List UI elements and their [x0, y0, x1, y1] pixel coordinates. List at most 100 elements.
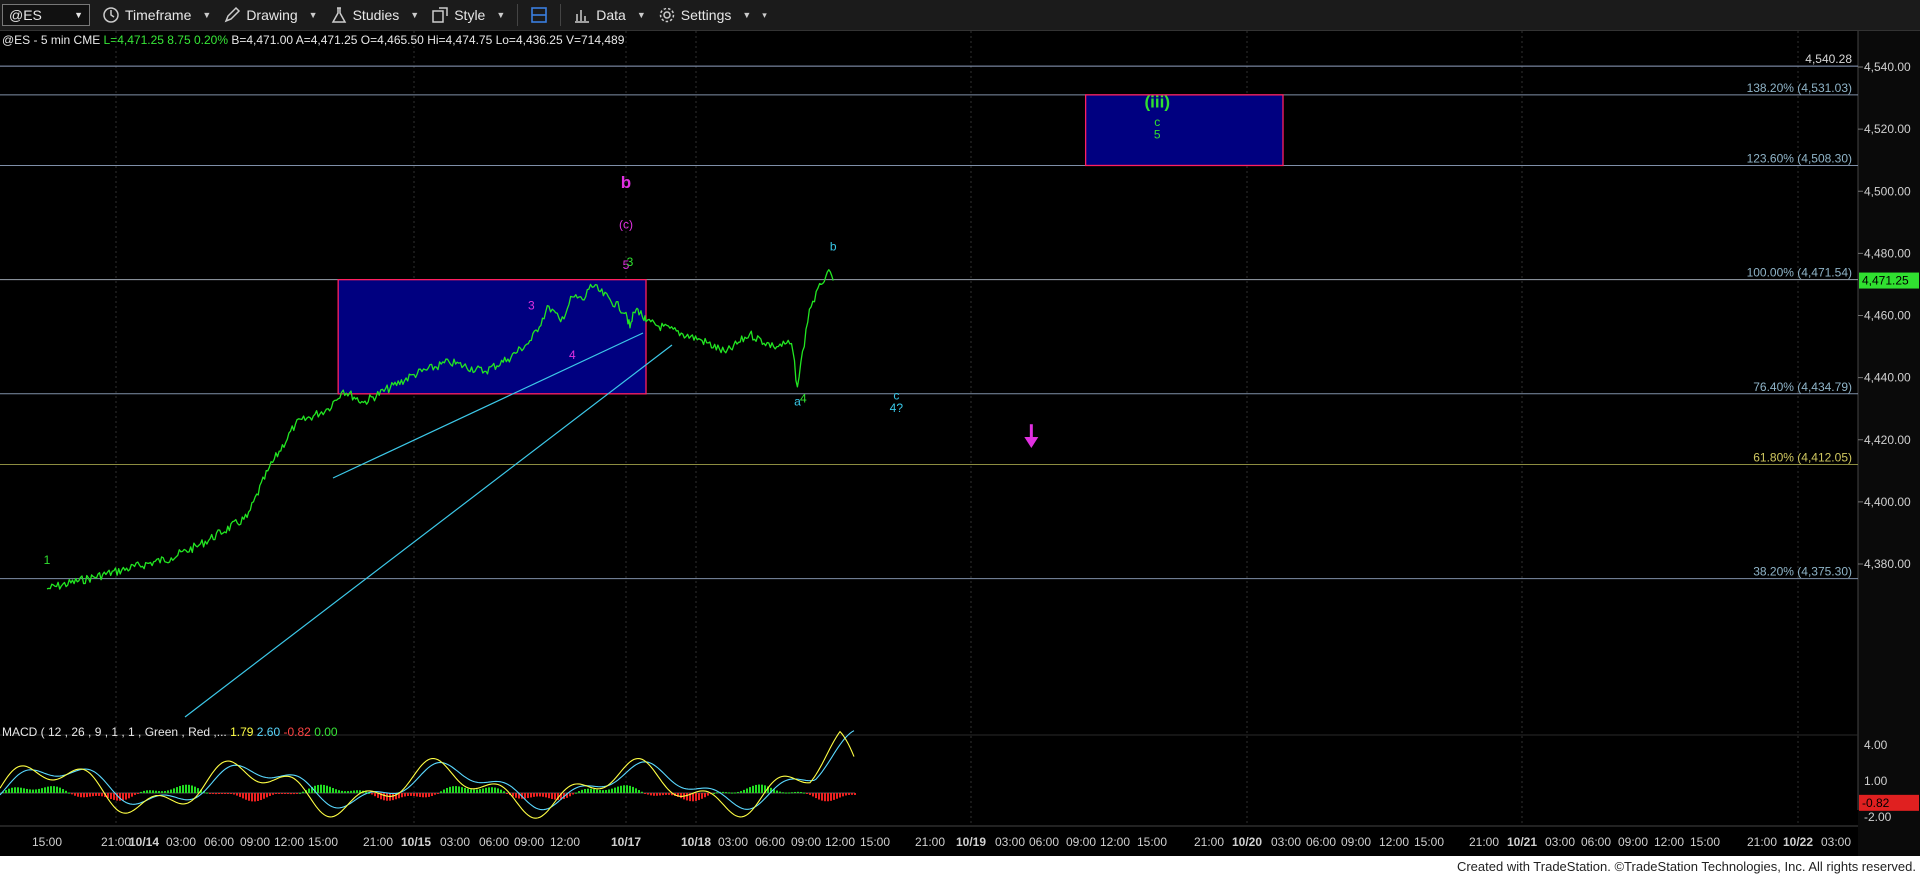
macd-histogram-bar: [263, 793, 265, 799]
timeframe-menu[interactable]: Timeframe ▼: [102, 6, 211, 24]
macd-histogram-bar: [650, 793, 652, 796]
macd-histogram-bar: [194, 786, 196, 793]
macd-histogram-bar: [335, 789, 337, 793]
macd-histogram-bar: [257, 793, 259, 801]
macd-histogram-bar: [503, 791, 505, 793]
more-icon[interactable]: ▾: [762, 10, 767, 21]
time-tick-label: 15:00: [1414, 835, 1444, 849]
macd-histogram-bar: [344, 791, 346, 793]
macd-histogram-bar: [743, 789, 745, 793]
macd-histogram-bar: [725, 792, 727, 794]
macd-histogram-bar: [290, 793, 292, 795]
macd-histogram-bar: [539, 793, 541, 797]
time-tick-label: 21:00: [1469, 835, 1499, 849]
data-menu[interactable]: Data ▼: [573, 6, 646, 24]
macd-histogram-bar: [440, 791, 442, 793]
macd-histogram-bar: [617, 786, 619, 793]
macd-field: 0.00: [311, 725, 338, 739]
time-tick-label: 09:00: [791, 835, 821, 849]
macd-histogram-bar: [581, 789, 583, 793]
macd-histogram-bar: [593, 789, 595, 793]
price-tick-label: 4,520.00: [1864, 122, 1911, 136]
macd-histogram-bar: [110, 793, 112, 800]
macd-header: MACD ( 12 , 26 , 9 , 1 , 1 , Green , Red…: [2, 725, 338, 739]
macd-histogram-bar: [302, 791, 304, 793]
macd-histogram-bar: [551, 793, 553, 799]
macd-histogram-bar: [347, 791, 349, 793]
macd-histogram-bar: [20, 787, 22, 793]
data-label: Data: [596, 7, 626, 23]
macd-histogram-bar: [782, 792, 784, 794]
macd-histogram-bar: [740, 791, 742, 793]
wave-label: b: [830, 239, 837, 253]
macd-histogram-bar: [434, 793, 436, 795]
clock-icon: [103, 7, 119, 23]
macd-histogram-bar: [80, 793, 82, 798]
chevron-down-icon: ▼: [202, 10, 212, 20]
macd-histogram-bar: [473, 789, 475, 793]
time-tick-label: 12:00: [1379, 835, 1409, 849]
macd-histogram-bar: [452, 786, 454, 793]
macd-histogram-bar: [155, 790, 157, 793]
time-tick-label: 10/15: [401, 835, 431, 849]
macd-histogram-bar: [854, 793, 856, 795]
macd-histogram-bar: [851, 793, 853, 795]
time-tick-label: 09:00: [1341, 835, 1371, 849]
macd-histogram-bar: [23, 788, 25, 793]
macd-histogram-bar: [236, 793, 238, 796]
macd-histogram-bar: [221, 793, 223, 794]
drawing-label: Drawing: [246, 7, 298, 23]
macd-histogram-bar: [86, 793, 88, 798]
macd-histogram-bar: [704, 793, 706, 798]
studies-menu[interactable]: Studies ▼: [330, 6, 419, 24]
macd-histogram-bar: [371, 793, 373, 795]
macd-histogram-bar: [383, 793, 385, 801]
time-tick-label: 15:00: [1137, 835, 1167, 849]
fib-level-label: 61.80% (4,412.05): [1753, 450, 1852, 464]
symbol-selector[interactable]: @ES ▼: [2, 4, 90, 26]
macd-histogram-bar: [635, 788, 637, 793]
macd-histogram-bar: [176, 787, 178, 793]
time-tick-label: 06:00: [755, 835, 785, 849]
macd-histogram-bar: [332, 788, 334, 793]
settings-menu[interactable]: Settings ▼ ▾: [658, 6, 767, 24]
macd-histogram-bar: [14, 787, 16, 793]
gear-icon: [659, 7, 675, 23]
price-chart[interactable]: @ES - 5 min CME L=4,471.25 8.75 0.20% B=…: [0, 31, 1920, 856]
wave-label: b: [621, 173, 631, 192]
time-tick-label: 12:00: [825, 835, 855, 849]
macd-histogram-bar: [173, 788, 175, 793]
macd-histogram-bar: [662, 793, 664, 796]
macd-histogram-bar: [98, 793, 100, 796]
macd-histogram-bar: [575, 792, 577, 794]
macd-histogram-bar: [779, 791, 781, 793]
macd-histogram-bar: [101, 793, 103, 797]
macd-histogram-bar: [620, 785, 622, 793]
macd-histogram-bar: [659, 793, 661, 796]
macd-histogram-bar: [533, 793, 535, 797]
macd-histogram-bar: [233, 793, 235, 795]
time-tick-label: 10/18: [681, 835, 711, 849]
time-tick-label: 03:00: [718, 835, 748, 849]
macd-histogram-bar: [482, 788, 484, 793]
time-tick-label: 09:00: [240, 835, 270, 849]
macd-histogram-bar: [824, 793, 826, 802]
macd-histogram-bar: [269, 793, 271, 796]
time-tick-label: 15:00: [32, 835, 62, 849]
macd-histogram-bar: [143, 790, 145, 793]
style-menu[interactable]: Style ▼: [431, 6, 505, 24]
macd-histogram-bar: [611, 788, 613, 793]
status-field: L=4,471.25: [100, 33, 164, 47]
macd-histogram-bar: [758, 784, 760, 793]
style-icon: [432, 7, 448, 23]
wave-label: 4: [800, 391, 807, 405]
layout-button[interactable]: [530, 6, 548, 24]
toolbar-divider: [560, 4, 562, 26]
macd-histogram-bar: [668, 793, 670, 795]
time-tick-label: 12:00: [274, 835, 304, 849]
macd-field: 1.79: [227, 725, 254, 739]
drawing-menu[interactable]: Drawing ▼: [223, 6, 318, 24]
target-box: [1084, 94, 1284, 167]
macd-histogram-bar: [134, 793, 136, 795]
macd-histogram-bar: [254, 793, 256, 802]
